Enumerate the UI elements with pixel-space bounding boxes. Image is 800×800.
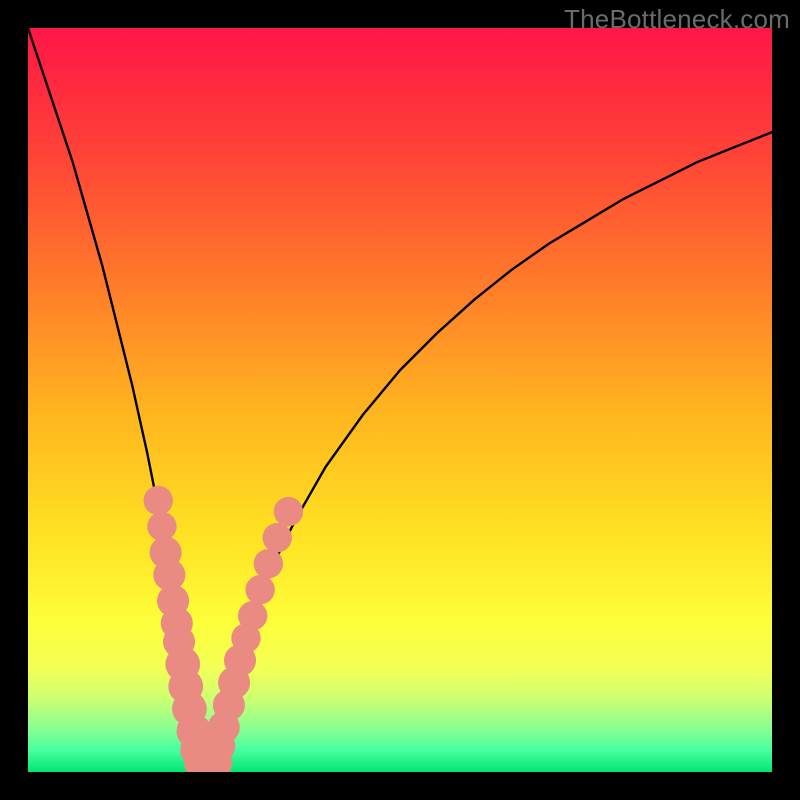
data-marker bbox=[245, 575, 274, 604]
watermark-text: TheBottleneck.com bbox=[564, 4, 790, 35]
plot-area bbox=[28, 28, 772, 772]
data-marker bbox=[238, 601, 267, 630]
chart-frame: TheBottleneck.com bbox=[0, 0, 800, 800]
data-marker bbox=[254, 549, 283, 578]
gradient-background bbox=[28, 28, 772, 772]
data-marker bbox=[274, 497, 303, 526]
data-marker bbox=[147, 512, 176, 541]
data-marker bbox=[263, 523, 292, 552]
bottleneck-chart bbox=[28, 28, 772, 772]
data-marker bbox=[144, 486, 173, 515]
